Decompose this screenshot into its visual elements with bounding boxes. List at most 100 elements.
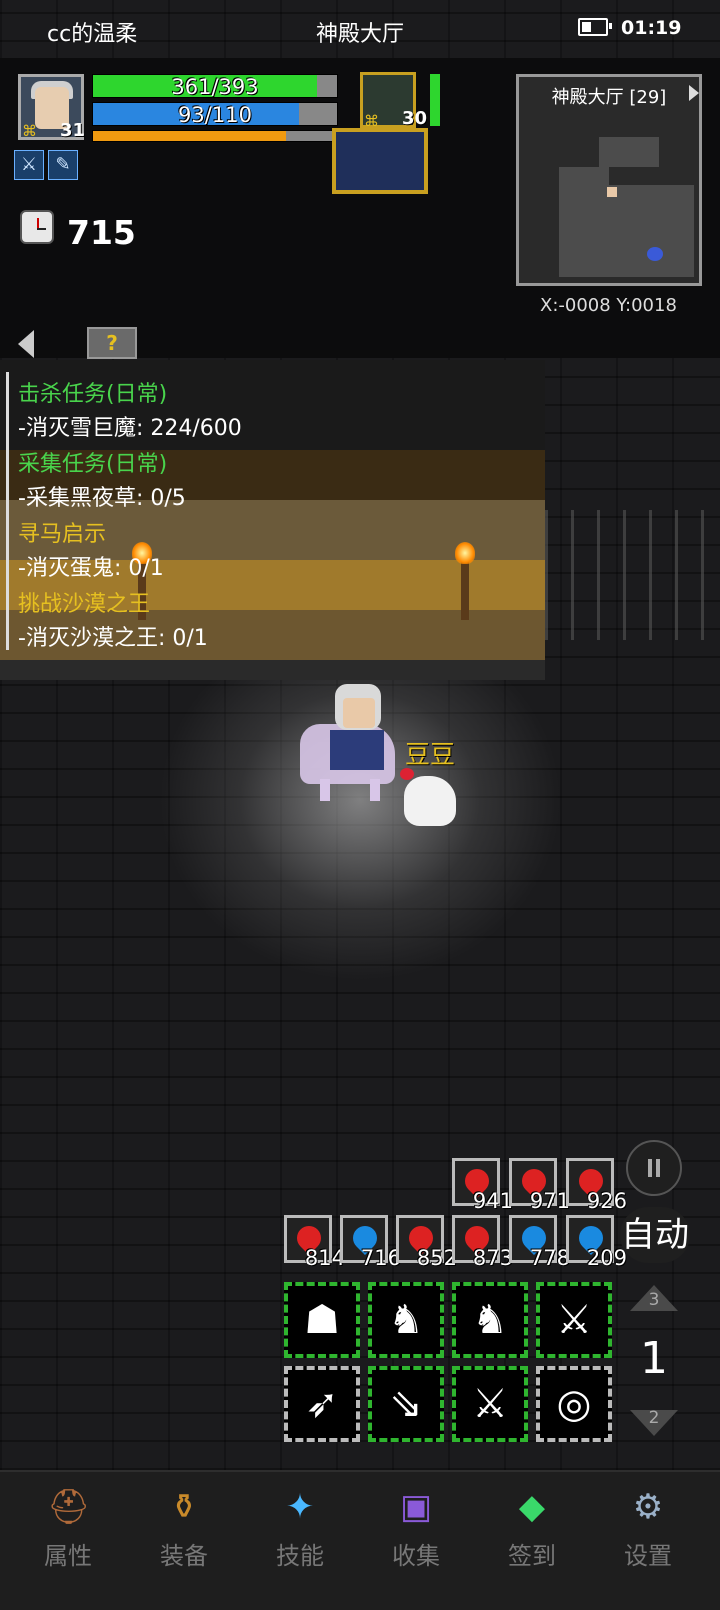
- skill-page-down-number: 2: [648, 1408, 660, 1428]
- quest-title[interactable]: 挑战沙漠之王: [18, 586, 150, 618]
- nav-item-skills[interactable]: ✦ 技能: [242, 1486, 358, 1576]
- arrow-strike-icon: ➶: [305, 1381, 339, 1427]
- game-screen: cc的温柔 神殿大厅 01:19 ⌘ 31 361/393 93/110 ⌘ 3…: [0, 0, 720, 1610]
- skill-slot[interactable]: ➶: [284, 1366, 360, 1442]
- nav-item-checkin[interactable]: ◆ 签到: [474, 1486, 590, 1576]
- player-level: 31: [60, 120, 86, 141]
- status-time: 01:19: [621, 17, 682, 39]
- skill-slot[interactable]: ⚔: [536, 1282, 612, 1358]
- book-icon: ▣: [399, 1487, 433, 1527]
- pet-name: 豆豆: [405, 740, 456, 769]
- crystal-icon: ✦: [285, 1487, 315, 1527]
- skill-slot[interactable]: ◎: [536, 1366, 612, 1442]
- sword-strike-icon: ⚔: [556, 1297, 592, 1343]
- mp-bar: 93/110: [92, 102, 338, 127]
- auto-button[interactable]: 自动: [620, 1207, 690, 1263]
- spiral-icon: ◎: [556, 1381, 592, 1427]
- quest-tracker[interactable]: 击杀任务(日常) -消灭雪巨魔: 224/600 采集任务(日常) -采集黑夜草…: [6, 372, 309, 651]
- battery-icon: [578, 18, 612, 36]
- skill-slot[interactable]: ⇘: [368, 1366, 444, 1442]
- hp-text: 361/393: [171, 75, 259, 99]
- nav-item-settings[interactable]: ⚙ 设置: [590, 1486, 706, 1576]
- potion-slot[interactable]: 941: [452, 1158, 513, 1213]
- potion-slot[interactable]: 778: [509, 1215, 570, 1270]
- treasure-chest[interactable]: [332, 128, 428, 194]
- sword-strike-icon: ⚔: [472, 1381, 508, 1427]
- iron-fence: [545, 510, 720, 640]
- nav-label: 收集: [392, 1542, 440, 1570]
- status-bar: cc的温柔 神殿大厅 01:19: [0, 0, 720, 58]
- potion-count: 971: [529, 1189, 570, 1213]
- potion-slot[interactable]: 814: [284, 1215, 345, 1270]
- pet-level-icon: ⌘: [364, 112, 379, 130]
- help-button[interactable]: ?: [87, 327, 137, 359]
- quest-title[interactable]: 击杀任务(日常): [18, 376, 167, 408]
- double-arrow-icon: ⇘: [389, 1381, 423, 1427]
- buff-wand-icon[interactable]: ✎: [48, 150, 78, 180]
- potion-count: 716: [360, 1246, 401, 1270]
- skill-page-up-number: 3: [648, 1290, 660, 1310]
- mp-text: 93/110: [178, 103, 252, 127]
- hp-bar: 361/393: [92, 74, 338, 99]
- nav-label: 签到: [508, 1542, 556, 1570]
- potion-slot[interactable]: 926: [566, 1158, 627, 1213]
- nav-label: 属性: [44, 1542, 92, 1570]
- pot-icon: ⚱: [169, 1487, 199, 1527]
- potion-count: 873: [472, 1246, 513, 1270]
- nav-item-attributes[interactable]: ⛑ 属性: [10, 1486, 126, 1576]
- minimap-expand-icon[interactable]: [689, 85, 699, 101]
- knight-sword-icon: ♞: [472, 1297, 508, 1343]
- quest-detail: -采集黑夜草: 0/5: [18, 486, 186, 511]
- pet-level: 30: [402, 108, 428, 129]
- pet-chicken[interactable]: [400, 768, 456, 826]
- collapse-quests-icon[interactable]: [18, 330, 34, 358]
- potion-count: 209: [586, 1246, 627, 1270]
- skill-slot[interactable]: ⚔: [452, 1366, 528, 1442]
- player-character[interactable]: [300, 684, 410, 804]
- potion-count: 778: [529, 1246, 570, 1270]
- timer-value: 715: [67, 213, 136, 252]
- potion-slot[interactable]: 716: [340, 1215, 401, 1270]
- level-icon: ⌘: [22, 122, 37, 140]
- status-map-name: 神殿大厅: [315, 22, 404, 47]
- helmet-icon: ⛑: [47, 1487, 91, 1527]
- horned-helm-icon: ☗: [304, 1297, 340, 1343]
- nav-item-equipment[interactable]: ⚱ 装备: [126, 1486, 242, 1576]
- skill-slot[interactable]: ♞: [368, 1282, 444, 1358]
- potion-count: 814: [304, 1246, 345, 1270]
- minimap-monster-marker: [647, 247, 663, 261]
- knight-sword-icon: ♞: [388, 1297, 424, 1343]
- gem-icon: ◆: [518, 1487, 546, 1527]
- coordinates: X:-0008 Y:0018: [540, 295, 677, 316]
- pet-hp-bar: [430, 74, 440, 126]
- torch-icon: [455, 542, 475, 620]
- potion-slot[interactable]: 209: [566, 1215, 627, 1270]
- nav-label: 设置: [624, 1542, 672, 1570]
- gear-icon: ⚙: [632, 1487, 664, 1527]
- quest-title[interactable]: 采集任务(日常): [18, 446, 167, 478]
- quest-detail: -消灭雪巨魔: 224/600: [18, 416, 242, 441]
- nav-label: 装备: [160, 1542, 208, 1570]
- nav-item-collection[interactable]: ▣ 收集: [358, 1486, 474, 1576]
- nav-label: 技能: [276, 1542, 324, 1570]
- pause-icon: [648, 1159, 660, 1177]
- buff-sword-icon[interactable]: ⚔: [14, 150, 44, 180]
- skill-page-current: 1: [640, 1333, 668, 1384]
- potion-slot[interactable]: 873: [452, 1215, 513, 1270]
- potion-count: 852: [416, 1246, 457, 1270]
- buff-list: ⚔ ✎: [14, 150, 80, 182]
- potion-slot[interactable]: 852: [396, 1215, 457, 1270]
- pause-button[interactable]: [626, 1140, 682, 1196]
- quest-detail: -消灭蛋鬼: 0/1: [18, 556, 164, 581]
- exp-bar: [92, 130, 338, 142]
- minimap[interactable]: 神殿大厅 [29]: [516, 74, 702, 286]
- minimap-player-marker: [607, 187, 617, 197]
- minimap-title: 神殿大厅 [29]: [551, 87, 667, 108]
- potion-count: 941: [472, 1189, 513, 1213]
- skill-slot[interactable]: ☗: [284, 1282, 360, 1358]
- quest-title[interactable]: 寻马启示: [18, 516, 106, 548]
- skill-slot[interactable]: ♞: [452, 1282, 528, 1358]
- potion-slot[interactable]: 971: [509, 1158, 570, 1213]
- quest-detail: -消灭沙漠之王: 0/1: [18, 626, 208, 651]
- potion-count: 926: [586, 1189, 627, 1213]
